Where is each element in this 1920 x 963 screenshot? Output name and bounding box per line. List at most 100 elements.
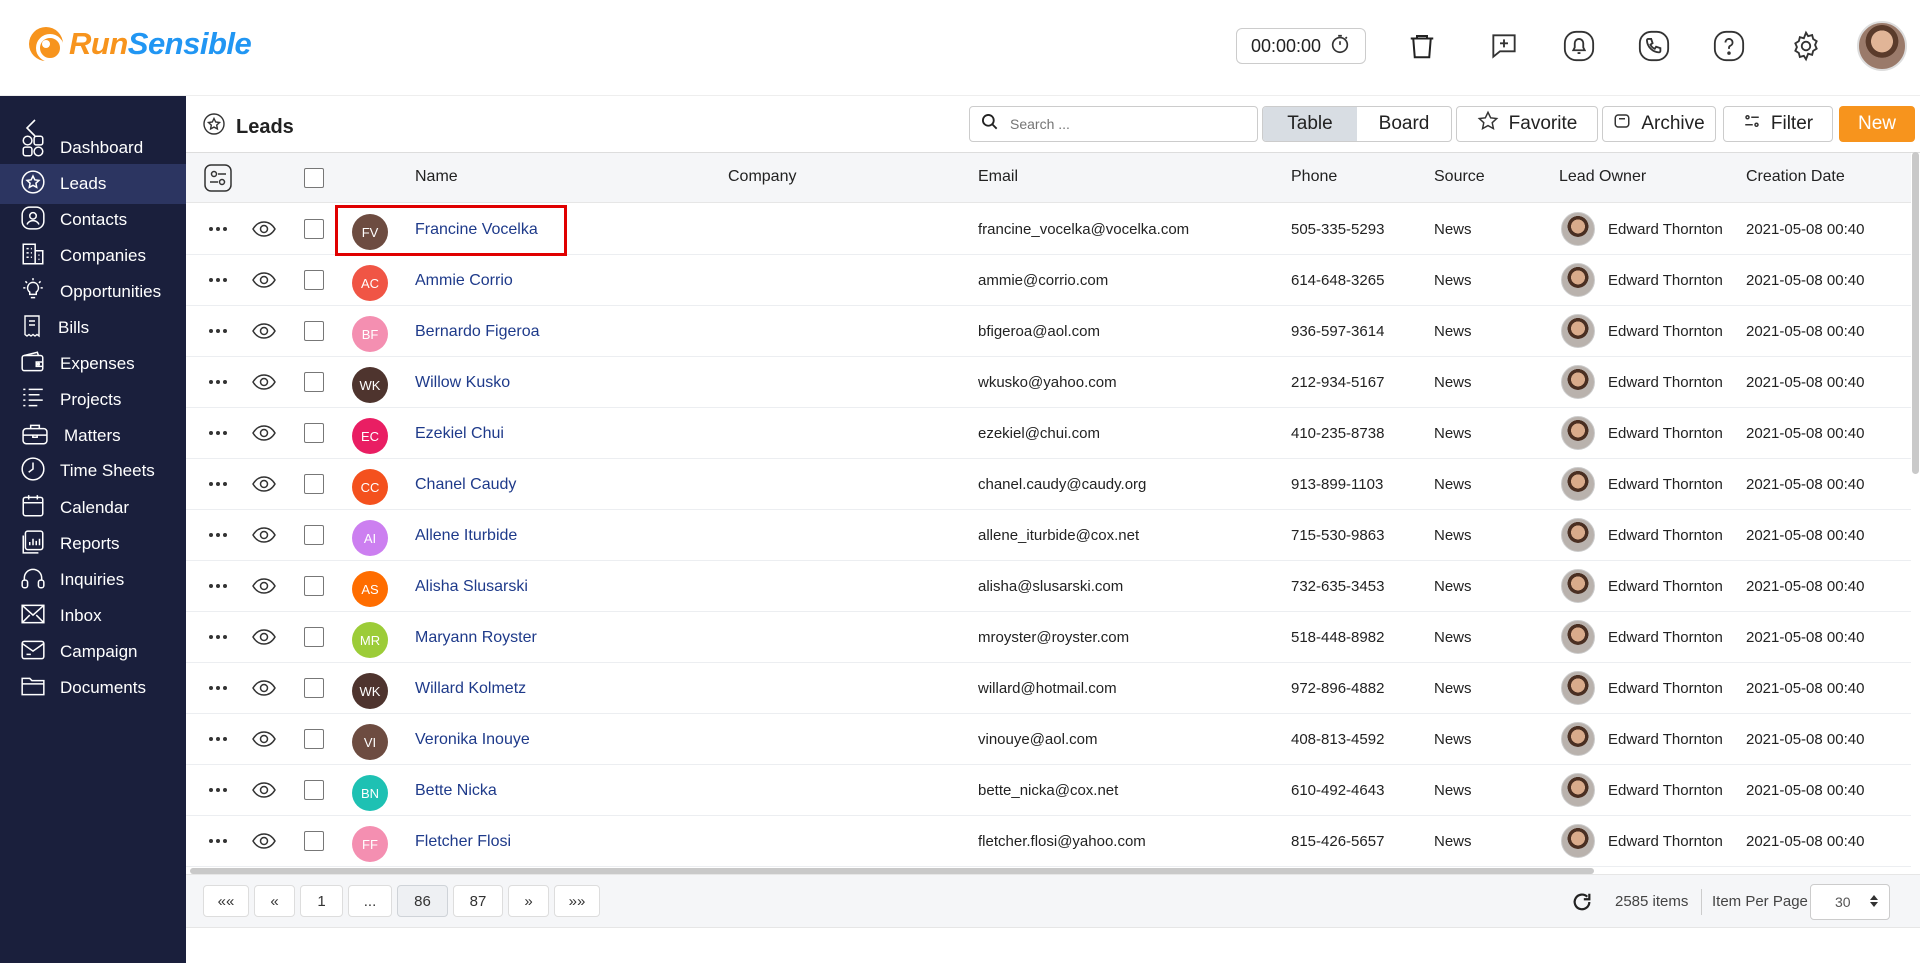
column-email[interactable]: Email bbox=[978, 168, 1018, 186]
lead-name-link[interactable]: Bette Nicka bbox=[415, 782, 497, 800]
column-company[interactable]: Company bbox=[728, 168, 796, 186]
row-checkbox[interactable] bbox=[304, 576, 324, 596]
archive-button[interactable]: Archive bbox=[1602, 106, 1716, 142]
first-page-button[interactable]: «« bbox=[203, 885, 249, 917]
app-logo[interactable]: RunSensible bbox=[29, 26, 252, 62]
lead-name-link[interactable]: Maryann Royster bbox=[415, 629, 537, 647]
view-eye-icon[interactable] bbox=[252, 372, 276, 397]
view-eye-icon[interactable] bbox=[252, 576, 276, 601]
row-checkbox[interactable] bbox=[304, 372, 324, 392]
row-checkbox[interactable] bbox=[304, 423, 324, 443]
last-page-button[interactable]: »» bbox=[554, 885, 600, 917]
sidebar-item-opportunities[interactable]: Opportunities bbox=[0, 272, 186, 312]
vertical-scrollbar[interactable] bbox=[1912, 152, 1919, 474]
row-actions-icon[interactable] bbox=[209, 227, 227, 231]
table-row[interactable]: FF Fletcher Flosi fletcher.flosi@yahoo.com… bbox=[186, 816, 1911, 867]
view-table-button[interactable]: Table bbox=[1263, 107, 1357, 141]
table-row[interactable]: AC Ammie Corrio ammie@corrio.com 614-648-32… bbox=[186, 255, 1911, 306]
row-actions-icon[interactable] bbox=[209, 431, 227, 435]
page-button[interactable]: 87 bbox=[453, 885, 503, 917]
row-checkbox[interactable] bbox=[304, 474, 324, 494]
table-row[interactable]: BN Bette Nicka bette_nicka@cox.net 610-492-… bbox=[186, 765, 1911, 816]
view-eye-icon[interactable] bbox=[252, 780, 276, 805]
row-actions-icon[interactable] bbox=[209, 278, 227, 282]
table-row[interactable]: EC Ezekiel Chui ezekiel@chui.com 410-235-87… bbox=[186, 408, 1911, 459]
row-actions-icon[interactable] bbox=[209, 737, 227, 741]
view-eye-icon[interactable] bbox=[252, 423, 276, 448]
lead-name-link[interactable]: Willard Kolmetz bbox=[415, 680, 526, 698]
lead-name-link[interactable]: Veronika Inouye bbox=[415, 731, 530, 749]
sidebar-item-companies[interactable]: Companies bbox=[0, 236, 186, 276]
sidebar-item-dashboard[interactable]: Dashboard bbox=[0, 128, 186, 168]
column-creation-date[interactable]: Creation Date bbox=[1746, 168, 1845, 186]
view-eye-icon[interactable] bbox=[252, 525, 276, 550]
table-row[interactable]: MR Maryann Royster mroyster@royster.com 518… bbox=[186, 612, 1911, 663]
table-row[interactable]: AS Alisha Slusarski alisha@slusarski.com 73… bbox=[186, 561, 1911, 612]
help-icon[interactable] bbox=[1711, 28, 1747, 64]
lead-name-link[interactable]: Bernardo Figeroa bbox=[415, 323, 540, 341]
row-checkbox[interactable] bbox=[304, 678, 324, 698]
sidebar-item-bills[interactable]: Bills bbox=[0, 308, 186, 348]
row-actions-icon[interactable] bbox=[209, 584, 227, 588]
row-checkbox[interactable] bbox=[304, 321, 324, 341]
table-row[interactable]: FV Francine Vocelka francine_vocelka@vocel… bbox=[186, 204, 1911, 255]
page-ellipsis-button[interactable]: ... bbox=[348, 885, 392, 917]
row-checkbox[interactable] bbox=[304, 831, 324, 851]
view-eye-icon[interactable] bbox=[252, 678, 276, 703]
bell-icon[interactable] bbox=[1561, 28, 1597, 64]
row-actions-icon[interactable] bbox=[209, 686, 227, 690]
column-source[interactable]: Source bbox=[1434, 168, 1485, 186]
filter-button[interactable]: Filter bbox=[1723, 106, 1833, 142]
column-settings-icon[interactable] bbox=[204, 164, 232, 197]
row-checkbox[interactable] bbox=[304, 270, 324, 290]
user-avatar[interactable] bbox=[1857, 21, 1907, 71]
refresh-icon[interactable] bbox=[1571, 891, 1593, 918]
phone-icon[interactable] bbox=[1636, 28, 1672, 64]
row-checkbox[interactable] bbox=[304, 525, 324, 545]
current-page-button[interactable]: 86 bbox=[397, 885, 448, 917]
table-row[interactable]: VI Veronika Inouye vinouye@aol.com 408-813-… bbox=[186, 714, 1911, 765]
row-actions-icon[interactable] bbox=[209, 788, 227, 792]
sidebar-item-campaign[interactable]: Campaign bbox=[0, 632, 186, 672]
sidebar-item-expenses[interactable]: Expenses bbox=[0, 344, 186, 384]
row-actions-icon[interactable] bbox=[209, 635, 227, 639]
sidebar-item-time-sheets[interactable]: Time Sheets bbox=[0, 451, 186, 491]
sidebar-item-inquiries[interactable]: Inquiries bbox=[0, 560, 186, 600]
view-eye-icon[interactable] bbox=[252, 474, 276, 499]
row-actions-icon[interactable] bbox=[209, 482, 227, 486]
row-checkbox[interactable] bbox=[304, 219, 324, 239]
sidebar-item-reports[interactable]: Reports bbox=[0, 524, 186, 564]
lead-name-link[interactable]: Willow Kusko bbox=[415, 374, 510, 392]
page-button[interactable]: 1 bbox=[300, 885, 343, 917]
search-box[interactable] bbox=[969, 106, 1258, 142]
column-phone[interactable]: Phone bbox=[1291, 168, 1337, 186]
timer-widget[interactable]: 00:00:00 bbox=[1236, 28, 1366, 64]
column-name[interactable]: Name bbox=[415, 168, 458, 186]
view-eye-icon[interactable] bbox=[252, 729, 276, 754]
lead-name-link[interactable]: Chanel Caudy bbox=[415, 476, 516, 494]
view-board-button[interactable]: Board bbox=[1357, 107, 1451, 141]
column-lead-owner[interactable]: Lead Owner bbox=[1559, 168, 1646, 186]
row-actions-icon[interactable] bbox=[209, 380, 227, 384]
sidebar-item-matters[interactable]: Matters bbox=[0, 416, 186, 456]
view-eye-icon[interactable] bbox=[252, 321, 276, 346]
table-row[interactable]: WK Willard Kolmetz willard@hotmail.com 972-… bbox=[186, 663, 1911, 714]
gear-icon[interactable] bbox=[1788, 28, 1824, 64]
row-actions-icon[interactable] bbox=[209, 839, 227, 843]
add-task-icon[interactable] bbox=[1486, 28, 1522, 64]
row-actions-icon[interactable] bbox=[209, 329, 227, 333]
sidebar-item-leads[interactable]: Leads bbox=[0, 164, 186, 204]
view-eye-icon[interactable] bbox=[252, 219, 276, 244]
table-row[interactable]: WK Willow Kusko wkusko@yahoo.com 212-934-51… bbox=[186, 357, 1911, 408]
row-actions-icon[interactable] bbox=[209, 533, 227, 537]
row-checkbox[interactable] bbox=[304, 627, 324, 647]
sidebar-item-inbox[interactable]: Inbox bbox=[0, 596, 186, 636]
sidebar-item-documents[interactable]: Documents bbox=[0, 668, 186, 708]
view-eye-icon[interactable] bbox=[252, 627, 276, 652]
new-lead-button[interactable]: New bbox=[1839, 106, 1915, 142]
table-row[interactable]: BF Bernardo Figeroa bfigeroa@aol.com 936-59… bbox=[186, 306, 1911, 357]
lead-name-link[interactable]: Fletcher Flosi bbox=[415, 833, 511, 851]
lead-name-link[interactable]: Ammie Corrio bbox=[415, 272, 513, 290]
next-page-button[interactable]: » bbox=[508, 885, 549, 917]
view-eye-icon[interactable] bbox=[252, 270, 276, 295]
